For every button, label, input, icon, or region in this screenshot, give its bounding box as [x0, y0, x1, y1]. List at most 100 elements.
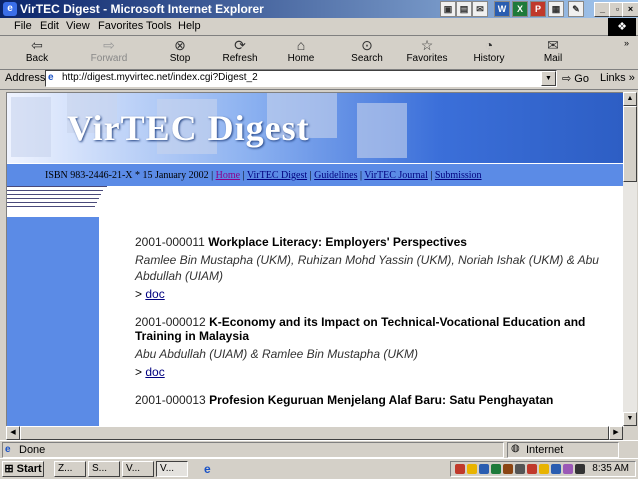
ie-quicklaunch-icon[interactable]: e	[204, 462, 211, 476]
status-bar: e Done ◍ Internet	[0, 440, 638, 458]
stop-icon: ⊗	[174, 37, 186, 53]
mail-button[interactable]: ✉ Mail	[528, 37, 578, 67]
favorites-icon: ☆	[420, 37, 434, 53]
menu-favorites[interactable]: Favorites	[98, 20, 143, 32]
horizontal-scrollbar[interactable]: ◀ ▶	[6, 426, 623, 440]
taskbar-item[interactable]: V...	[122, 461, 154, 477]
refresh-button[interactable]: ⟳ Refresh	[215, 37, 265, 67]
vertical-scrollbar[interactable]: ▲ ▼	[623, 92, 637, 426]
scroll-thumb[interactable]	[20, 426, 609, 440]
powerpoint-icon[interactable]: P	[530, 1, 546, 17]
toolbar-overflow-icon[interactable]: »	[624, 38, 629, 48]
tray-icon[interactable]	[515, 464, 525, 474]
menu-file[interactable]: File	[14, 20, 32, 32]
windows-logo-icon: ❖	[608, 18, 636, 36]
address-input[interactable]: e http://digest.myvirtec.net/index.cgi?D…	[45, 70, 557, 87]
entry-title: Profesion Keguruan Menjelang Alaf Baru: …	[209, 393, 554, 407]
system-tray: 8:35 AM	[450, 461, 636, 477]
banner-photo	[357, 103, 407, 158]
nav-line: ISBN 983-2446-21-X * 15 January 2002 | H…	[45, 170, 482, 181]
refresh-icon: ⟳	[234, 37, 246, 53]
zone-label: Internet	[526, 444, 564, 456]
doc-link[interactable]: doc	[145, 287, 164, 301]
stop-button[interactable]: ⊗ Stop	[155, 37, 205, 67]
menu-edit[interactable]: Edit	[40, 20, 59, 32]
forward-arrow-icon: ⇨	[103, 37, 115, 53]
taskbar-item[interactable]: Z...	[54, 461, 86, 477]
list-item: 2001-000011 Workplace Literacy: Employer…	[135, 235, 605, 301]
scroll-left-button[interactable]: ◀	[6, 426, 20, 440]
entry-list: 2001-000011 Workplace Literacy: Employer…	[135, 235, 605, 421]
menu-help[interactable]: Help	[178, 20, 201, 32]
taskbar-item[interactable]: V...	[156, 461, 188, 477]
word-icon[interactable]: W	[494, 1, 510, 17]
scroll-thumb[interactable]	[623, 106, 637, 182]
search-button[interactable]: ⊙ Search	[342, 37, 392, 67]
tray-icon[interactable]	[575, 464, 585, 474]
scroll-up-button[interactable]: ▲	[623, 92, 637, 106]
issue-info: ISBN 983-2446-21-X * 15 January 2002 |	[45, 170, 214, 181]
doc-link[interactable]: doc	[145, 365, 164, 379]
tray-icon[interactable]	[539, 464, 549, 474]
nav-link-guidelines[interactable]: Guidelines	[314, 170, 357, 181]
start-button[interactable]: ⊞ Start	[2, 461, 44, 477]
menu-tools[interactable]: Tools	[146, 20, 172, 32]
stripe	[7, 206, 95, 207]
address-dropdown-button[interactable]: ▼	[541, 71, 556, 86]
nav-link-virtec-journal[interactable]: VirTEC Journal	[364, 170, 428, 181]
windows-logo-icon: ⊞	[4, 463, 14, 475]
forward-button[interactable]: ⇨ Forward	[84, 37, 134, 67]
clock: 8:35 AM	[592, 463, 629, 474]
tray-icon[interactable]	[551, 464, 561, 474]
close-button[interactable]: ×	[622, 2, 638, 17]
taskbar: ⊞ Start Z... S... V... V... e 8:35 AM	[0, 458, 638, 479]
quicklaunch-icon[interactable]: ▤	[456, 1, 472, 17]
entry-number: 2001-000013	[135, 393, 206, 407]
toolbar: ⇦ Back ⇨ Forward ⊗ Stop ⟳ Refresh ⌂ Home ⊙ Sea…	[0, 36, 638, 70]
stripe	[7, 186, 107, 187]
entry-authors: Abu Abdullah (UIAM) & Ramlee Bin Mustaph…	[135, 347, 418, 361]
tray-icon[interactable]	[491, 464, 501, 474]
entry-authors: Ramlee Bin Mustapha (UKM), Ruhizan Mohd …	[135, 253, 599, 283]
entry-doc: > doc	[135, 365, 165, 379]
tray-icon[interactable]	[503, 464, 513, 474]
nav-link-virtec-digest[interactable]: VirTEC Digest	[247, 170, 307, 181]
links-button[interactable]: Links »	[600, 72, 635, 84]
tray-icon[interactable]	[527, 464, 537, 474]
excel-icon[interactable]: X	[512, 1, 528, 17]
mail-icon: ✉	[547, 37, 559, 53]
taskbar-item[interactable]: S...	[88, 461, 120, 477]
window-title: VirTEC Digest - Microsoft Internet Explo…	[20, 2, 264, 16]
quicklaunch-icon[interactable]: ✉	[472, 1, 488, 17]
security-zone: ◍ Internet	[507, 442, 619, 458]
banner-photo	[11, 97, 51, 157]
left-sidebar	[7, 217, 99, 427]
search-icon: ⊙	[361, 37, 373, 53]
favorites-button[interactable]: ☆ Favorites	[402, 37, 452, 67]
tray-icon[interactable]	[563, 464, 573, 474]
scroll-down-button[interactable]: ▼	[623, 412, 637, 426]
app-icon[interactable]: ✎	[568, 1, 584, 17]
nav-link-submission[interactable]: Submission	[435, 170, 482, 181]
go-button[interactable]: ⇨ Go	[562, 72, 589, 85]
menu-view[interactable]: View	[66, 20, 90, 32]
tray-icon[interactable]	[455, 464, 465, 474]
back-button[interactable]: ⇦ Back	[12, 37, 62, 67]
back-arrow-icon: ⇦	[31, 37, 43, 53]
tray-icon[interactable]	[479, 464, 489, 474]
list-item: 2001-000012 K-Economy and its Impact on …	[135, 315, 605, 379]
address-label: Address	[5, 72, 46, 84]
home-icon: ⌂	[296, 37, 306, 53]
menu-bar: File Edit View Favorites Tools Help	[0, 18, 638, 36]
page-icon: e	[48, 72, 54, 83]
page-done-icon: e	[5, 444, 11, 455]
entry-number: 2001-000012	[135, 315, 206, 329]
nav-link-home[interactable]: Home	[216, 170, 240, 181]
home-button[interactable]: ⌂ Home	[276, 37, 326, 67]
tray-icon[interactable]	[467, 464, 477, 474]
history-button[interactable]: ◔ History	[464, 37, 514, 67]
quicklaunch-icon[interactable]: ▣	[440, 1, 456, 17]
stripe	[7, 190, 103, 191]
scroll-right-button[interactable]: ▶	[609, 426, 623, 440]
app-icon[interactable]: ▦	[548, 1, 564, 17]
